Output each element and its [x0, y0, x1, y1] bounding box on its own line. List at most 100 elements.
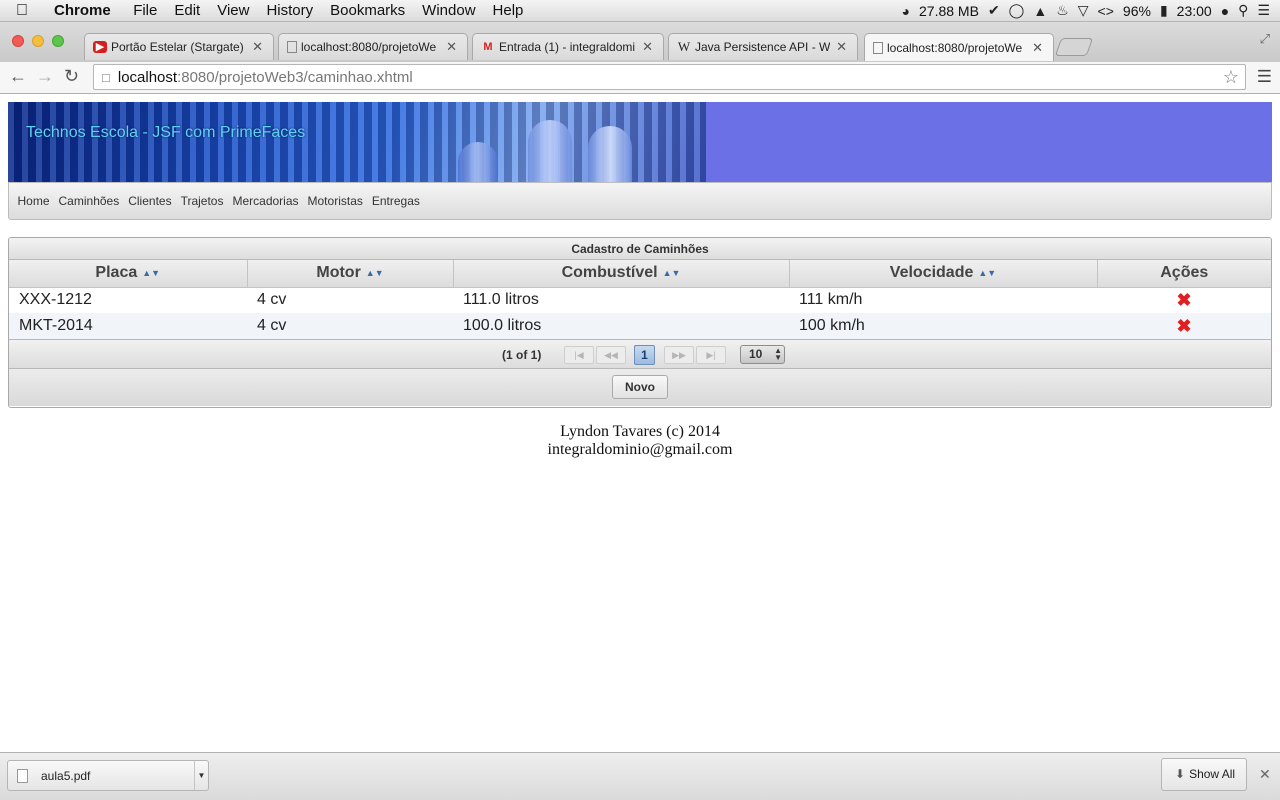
nav-trajetos[interactable]: Trajetos — [176, 194, 228, 208]
delete-icon[interactable]: ✖ — [1097, 313, 1271, 339]
column-header-motor[interactable]: Motor ▲▼ — [247, 260, 454, 288]
credits-author: Lyndon Tavares (c) 2014 — [560, 423, 720, 440]
cell-combustivel: 111.0 litros — [463, 291, 539, 309]
page-icon — [287, 41, 297, 53]
menu-bookmarks[interactable]: Bookmarks — [322, 2, 414, 19]
next-page-icon[interactable]: ▶▶ — [664, 346, 694, 364]
first-page-icon[interactable]: |◀ — [564, 346, 594, 364]
close-tab-icon[interactable]: ✕ — [642, 39, 653, 55]
close-tab-icon[interactable]: ✕ — [446, 39, 457, 55]
chrome-menu-icon[interactable]: ☰ — [1257, 67, 1272, 87]
skype-icon[interactable]: ◯ — [1009, 2, 1025, 19]
notification-center-icon[interactable]: ☰ — [1257, 2, 1270, 19]
nav-motoristas[interactable]: Motoristas — [303, 194, 367, 208]
tab-title: Java Persistence API - Wiki — [695, 40, 831, 54]
download-shelf: aula5.pdf ▼ ⬇ Show All ✕ — [0, 752, 1280, 800]
tab-title: Portão Estelar (Stargate) - — [111, 40, 247, 54]
fullscreen-icon[interactable]: ⤢ — [1260, 31, 1270, 47]
close-tab-icon[interactable]: ✕ — [1032, 40, 1043, 56]
chevron-down-icon[interactable]: ▼ — [194, 761, 208, 790]
bookmark-star-icon[interactable]: ☆ — [1223, 67, 1239, 88]
battery-icon[interactable]: ▮ — [1160, 2, 1168, 19]
page-info-icon[interactable]: □ — [102, 70, 110, 85]
menu-chrome[interactable]: Chrome — [44, 2, 125, 19]
close-tab-icon[interactable]: ✕ — [836, 39, 847, 55]
table-footer: Novo — [9, 369, 1271, 406]
cell-velocidade: 111 km/h — [799, 291, 863, 309]
cell-velocidade: 100 km/h — [789, 313, 1097, 339]
user-icon[interactable]: ● — [1221, 3, 1229, 19]
code-arrows-icon[interactable]: <> — [1098, 3, 1114, 19]
new-tab-button[interactable] — [1054, 38, 1094, 56]
download-item[interactable]: aula5.pdf ▼ — [7, 760, 209, 791]
trucks-table: Placa ▲▼ Motor ▲▼ Combustível ▲▼ Velocidade… — [9, 260, 1271, 339]
evernote-icon[interactable]: ✔ — [988, 2, 1000, 19]
tab-title: localhost:8080/projetoWe — [887, 40, 1023, 55]
menu-window[interactable]: Window — [414, 2, 484, 19]
credits-email: integraldominio@gmail.com — [547, 441, 733, 458]
back-icon[interactable]: ← — [9, 66, 27, 87]
table-caption: Cadastro de Caminhões — [9, 238, 1271, 260]
battery-percent: 96% — [1122, 2, 1151, 19]
tab-wikipedia[interactable]: W Java Persistence API - Wiki ✕ — [668, 33, 858, 60]
tab-stargate[interactable]: ▶ Portão Estelar (Stargate) - ✕ — [84, 33, 274, 60]
memory-gauge-icon[interactable]: ◕ — [902, 3, 910, 19]
column-header-combustivel[interactable]: Combustível ▲▼ — [453, 260, 790, 288]
banner-image — [8, 102, 706, 182]
close-window-icon[interactable] — [12, 35, 24, 47]
close-shelf-icon[interactable]: ✕ — [1259, 766, 1271, 783]
page-icon — [873, 41, 883, 54]
previous-page-icon[interactable]: ◀◀ — [596, 346, 626, 364]
menu-help[interactable]: Help — [484, 2, 532, 19]
zoom-window-icon[interactable] — [52, 35, 64, 47]
tab-localhost-1[interactable]: localhost:8080/projetoWe ✕ — [278, 33, 468, 60]
menu-edit[interactable]: Edit — [166, 2, 209, 19]
nav-mercadorias[interactable]: Mercadorias — [228, 194, 303, 208]
sort-icon[interactable]: ▲▼ — [366, 268, 384, 278]
spotlight-search-icon[interactable]: ⚲ — [1238, 2, 1248, 19]
cell-motor: 4 cv — [257, 291, 287, 309]
apple-menu-icon[interactable]:  — [0, 2, 44, 20]
chevron-updown-icon: ▲ ▼ — [774, 346, 782, 362]
gmail-icon: M — [483, 41, 493, 53]
last-page-icon[interactable]: ▶| — [696, 346, 726, 364]
url-path: :8080/projetoWeb3/caminhao.xhtml — [177, 68, 413, 86]
sort-icon[interactable]: ▲▼ — [142, 268, 160, 278]
address-bar[interactable]: □ localhost:8080/projetoWeb3/caminhao.xh… — [93, 64, 1246, 90]
tab-gmail[interactable]: M Entrada (1) - integraldomi ✕ — [472, 33, 664, 60]
hat-icon[interactable]: ▲ — [1033, 3, 1047, 19]
show-all-button[interactable]: ⬇ Show All — [1161, 758, 1247, 791]
banner-title: Technos Escola - JSF com PrimeFaces — [26, 124, 306, 141]
wifi-icon[interactable]: ▽ — [1078, 2, 1089, 19]
nav-clientes[interactable]: Clientes — [124, 194, 176, 208]
nav-home[interactable]: Home — [13, 194, 54, 208]
menu-view[interactable]: View — [209, 2, 258, 19]
mac-menu-bar:  Chrome File Edit View History Bookmark… — [0, 0, 1280, 22]
tab-localhost-active[interactable]: localhost:8080/projetoWe ✕ — [864, 33, 1054, 61]
sort-icon[interactable]: ▲▼ — [978, 268, 996, 278]
nav-caminhoes[interactable]: Caminhões — [54, 194, 124, 208]
site-menubar: Home Caminhões Clientes Trajetos Mercado… — [8, 182, 1272, 220]
table-row[interactable]: XXX-1212 4 cv 111.0 litros 111 km/h ✖ — [9, 287, 1271, 313]
column-header-placa[interactable]: Placa ▲▼ — [9, 260, 248, 288]
tab-title: Entrada (1) - integraldomi — [499, 40, 636, 54]
menu-history[interactable]: History — [258, 2, 322, 19]
url-host: localhost — [117, 68, 178, 86]
page-number-button[interactable]: 1 — [634, 345, 655, 365]
forward-icon[interactable]: → — [36, 66, 54, 87]
rows-per-page-select[interactable]: 10 ▲ ▼ — [740, 345, 785, 364]
nav-entregas[interactable]: Entregas — [367, 194, 424, 208]
delete-icon[interactable]: ✖ — [1097, 287, 1271, 313]
minimize-window-icon[interactable] — [32, 35, 44, 47]
column-header-velocidade[interactable]: Velocidade ▲▼ — [789, 260, 1098, 288]
menu-file[interactable]: File — [125, 2, 166, 19]
close-tab-icon[interactable]: ✕ — [252, 39, 263, 55]
novo-button[interactable]: Novo — [612, 375, 668, 399]
wikipedia-icon: W — [677, 39, 691, 54]
notification-bell-icon[interactable]: ♨ — [1056, 2, 1069, 19]
clock[interactable]: 23:00 — [1177, 3, 1212, 19]
reload-icon[interactable]: ↻ — [64, 66, 79, 87]
table-row[interactable]: MKT-2014 4 cv 100.0 litros 100 km/h ✖ — [9, 313, 1271, 339]
download-filename: aula5.pdf — [41, 769, 91, 783]
sort-icon[interactable]: ▲▼ — [663, 268, 681, 278]
